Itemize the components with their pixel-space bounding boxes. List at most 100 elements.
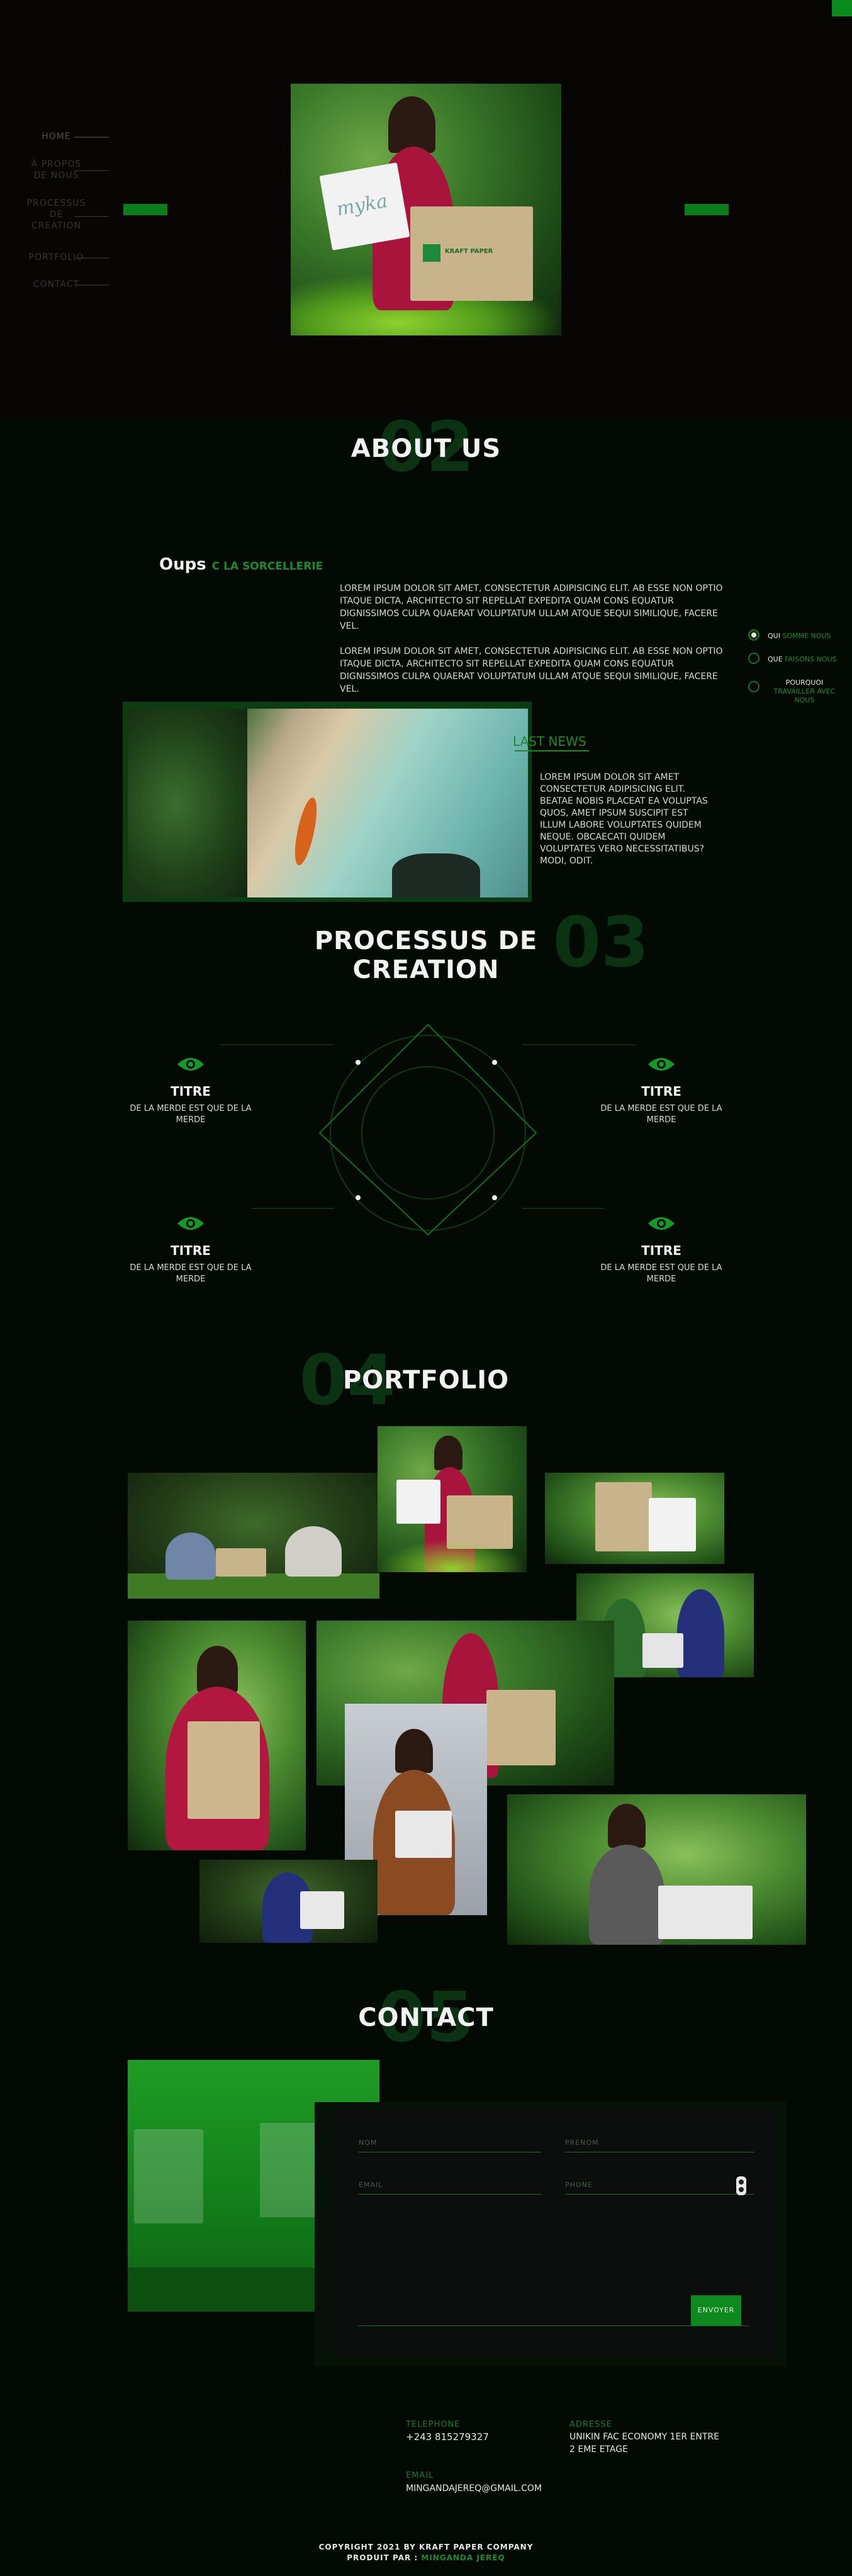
kraft-bag	[134, 2129, 203, 2224]
eye-icon	[648, 1058, 675, 1071]
hero-image: myka KRAFT PAPER	[291, 84, 561, 335]
bag-brand-text: KRAFT PAPER	[445, 248, 493, 255]
tab-label-white: QUE	[768, 655, 783, 663]
telephone-label: TELEPHONE	[406, 2420, 461, 2429]
portfolio-image[interactable]	[199, 1860, 378, 1943]
tab-radio-que[interactable]	[748, 653, 760, 664]
foliage	[378, 1539, 527, 1572]
nav-divider	[74, 284, 109, 286]
kp-logo-icon	[423, 244, 440, 262]
nav-item-label: PROCESSUS DE CREATION	[26, 198, 86, 231]
phone-field[interactable]: PHONE	[565, 2181, 754, 2195]
number-spinner[interactable]	[736, 2176, 746, 2195]
person-head	[197, 1646, 238, 1693]
slider-prev-button[interactable]	[123, 204, 167, 215]
kraft-bag: KRAFT PAPER	[410, 206, 533, 301]
kraft-bag	[188, 1721, 260, 1819]
eye-icon	[177, 1217, 204, 1230]
cliff	[128, 709, 247, 897]
portfolio-image[interactable]	[128, 1621, 306, 1850]
hero-section: HOME À PROPOS DE NOUS PROCESSUS DE CREAT…	[0, 0, 852, 419]
portfolio-image[interactable]	[545, 1473, 724, 1564]
process-item-title: TITRE	[171, 1243, 211, 1258]
nom-placeholder: NOM	[359, 2139, 378, 2147]
tab-que-label[interactable]: QUE FAISONS NOUS	[768, 655, 843, 664]
email-field[interactable]: EMAIL	[359, 2181, 541, 2195]
author-link[interactable]: MINGANDA JEREQ	[421, 2553, 505, 2562]
spinner-up-icon[interactable]	[739, 2179, 744, 2185]
person-head	[434, 1436, 462, 1470]
email-label: EMAIL	[406, 2471, 434, 2480]
person-head	[388, 96, 435, 153]
section-title: CONTACT	[358, 2003, 494, 2032]
tab-label-green: FAISONS NOUS	[785, 655, 837, 663]
credits-prefix: PRODUIT PAR :	[347, 2553, 418, 2562]
nav-divider	[74, 170, 109, 171]
tab-pourquoi-label[interactable]: POURQUOI TRAVAILLER AVEC NOUS	[765, 678, 844, 705]
person-body	[589, 1845, 664, 1945]
node-dot	[356, 1195, 361, 1200]
tab-radio-qui[interactable]	[748, 629, 760, 641]
about-heading-green: c la sorcellerie	[211, 560, 323, 573]
process-item-desc: DE LA MERDE EST QUE DE LA MERDE	[130, 1263, 252, 1284]
process-item-desc: DE LA MERDE EST QUE DE LA MERDE	[130, 1104, 252, 1125]
tab-radio-pourquoi[interactable]	[748, 681, 760, 692]
copyright-text: COPYRIGHT 2021 BY KRAFT PAPER COMPANY	[318, 2543, 534, 2551]
eye-icon	[648, 1217, 675, 1230]
about-heading-white: Oups	[159, 555, 206, 574]
tab-qui-label[interactable]: QUI SOMME NOUS	[768, 632, 843, 641]
kraft-bag	[216, 1548, 266, 1577]
nav-divider	[74, 137, 109, 138]
prenom-placeholder: PRENOM	[565, 2139, 599, 2147]
kayak	[290, 796, 322, 867]
spinner-down-icon[interactable]	[739, 2187, 744, 2192]
telephone-value: +243 815279327	[406, 2431, 489, 2443]
portfolio-image[interactable]	[378, 1426, 527, 1572]
white-bag	[642, 1633, 683, 1668]
process-diagram	[220, 1023, 636, 1236]
section-title: PORTFOLIO	[342, 1366, 510, 1395]
adresse-value: UNIKIN FAC ECONOMY 1ER ENTRE 2 EME ETAGE	[569, 2432, 719, 2455]
person-head	[395, 1729, 433, 1773]
nav-item-process[interactable]: PROCESSUS DE CREATION	[8, 198, 105, 232]
node-dot	[492, 1195, 497, 1200]
prenom-field[interactable]: PRENOM	[565, 2139, 754, 2152]
process-item-title: TITRE	[171, 1084, 211, 1099]
news-title-underline	[515, 750, 589, 751]
about-paragraph: Lorem ipsum dolor sit amet, consectetur …	[340, 583, 723, 631]
person	[285, 1526, 342, 1577]
node-dot	[356, 1060, 361, 1065]
news-text: Lorem ipsum dolor sit amet consectetur a…	[540, 772, 708, 866]
tab-label-green: SOMME NOUS	[782, 632, 831, 640]
kraft-bag	[486, 1690, 556, 1765]
email-value: MINGANDAJEREQ@GMAIL.COM	[406, 2483, 542, 2494]
person	[677, 1589, 724, 1677]
credits-text: PRODUIT PAR : MINGANDA JEREQ	[269, 2553, 583, 2562]
section-title: PROCESSUS DE CREATION	[314, 926, 538, 984]
phone-placeholder: PHONE	[565, 2181, 593, 2189]
white-bag	[649, 1498, 696, 1551]
process-item-desc: DE LA MERDE EST QUE DE LA MERDE	[600, 1263, 722, 1284]
nav-item-label: CONTACT	[33, 279, 80, 290]
bag-logo-text: myka	[335, 189, 390, 221]
nom-field[interactable]: NOM	[359, 2139, 541, 2152]
adresse-label: ADRESSE	[569, 2420, 612, 2429]
news-title: LAST NEWS	[513, 734, 586, 749]
submit-button[interactable]: ENVOYER	[691, 2295, 741, 2326]
portfolio-image[interactable]	[507, 1794, 806, 1945]
process-item-title: TITRE	[641, 1243, 681, 1258]
node-dot	[492, 1060, 497, 1065]
diamond	[318, 1023, 537, 1236]
slider-next-button[interactable]	[685, 204, 729, 215]
process-item-desc: DE LA MERDE EST QUE DE LA MERDE	[600, 1104, 722, 1125]
white-bag	[658, 1886, 753, 1939]
eye-icon	[177, 1058, 204, 1071]
inner-circle	[361, 1066, 495, 1200]
tab-label-white: POURQUOI	[785, 678, 824, 687]
nav-item-label: HOME	[42, 132, 71, 142]
outer-circle	[330, 1035, 526, 1231]
portfolio-image[interactable]	[128, 1473, 379, 1599]
tab-label-green: TRAVAILLER AVEC NOUS	[773, 687, 836, 704]
tab-label-white: QUI	[768, 632, 780, 640]
corner-accent	[832, 0, 852, 16]
